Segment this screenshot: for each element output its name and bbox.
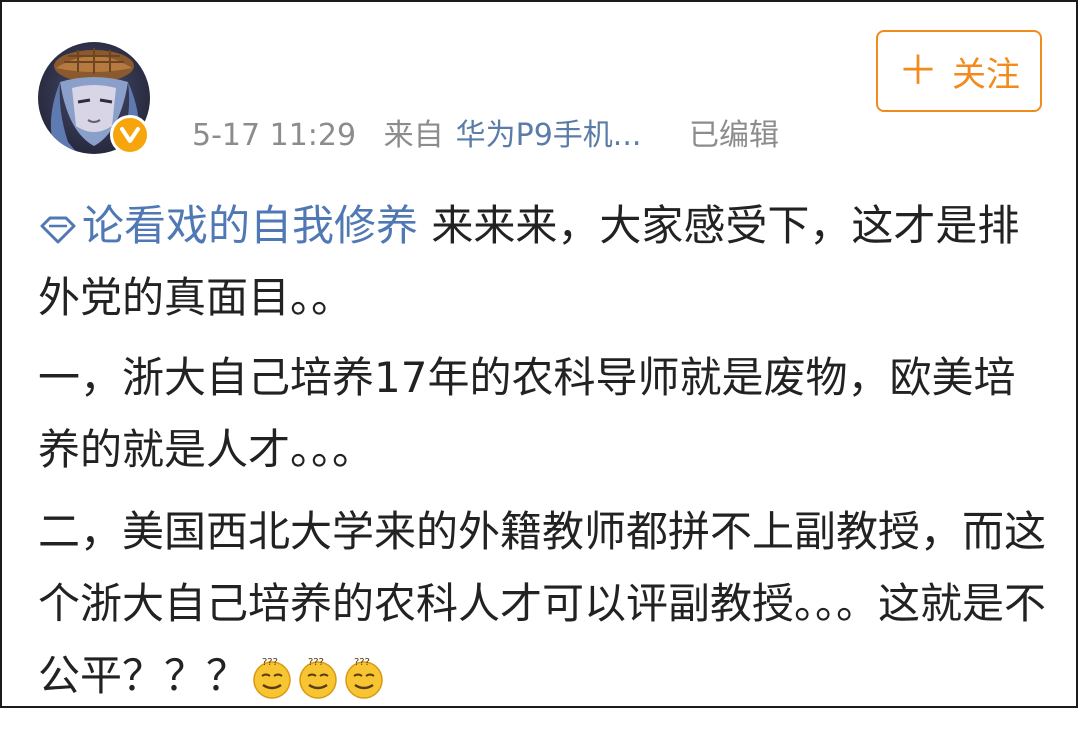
topic-diamond-icon: [40, 216, 76, 244]
post-paragraph-2: 一，浙大自己培养17年的农科导师就是废物，欧美培养的就是人才。。。: [38, 342, 1048, 486]
paragraph-3-text: 二，美国西北大学来的外籍教师都拼不上副教授，而这个浙大自己培养的农科人才可以评副…: [38, 507, 1047, 700]
follow-button[interactable]: ＋ 关注: [876, 30, 1042, 112]
paragraph-2-text: 一，浙大自己培养17年的农科导师就是废物，欧美培养的就是人才。。。: [38, 353, 1016, 474]
svg-text:???: ???: [354, 657, 370, 668]
plus-icon: ＋: [898, 48, 938, 94]
post-timestamp: 5-17 11:29: [192, 118, 357, 153]
svg-text:???: ???: [262, 657, 278, 668]
doubt-face-emoji: ???: [296, 650, 340, 722]
source-device-link[interactable]: 华为P9手机...: [456, 118, 642, 153]
topic-link[interactable]: 论看戏的自我修养: [38, 201, 418, 250]
follow-button-label: 关注: [952, 54, 1020, 95]
weibo-post-card: ＋ 关注 5-17 11:29 来自 华为P9手机... 已编辑 论看戏的自我修养…: [0, 0, 1078, 708]
doubt-face-emoji: ???: [250, 650, 294, 722]
post-paragraph-1: 论看戏的自我修养 来来来，大家感受下，这才是排外党的真面目。。: [38, 190, 1048, 334]
topic-label: 论看戏的自我修养: [82, 201, 419, 250]
doubt-face-emoji: ???: [342, 650, 386, 722]
svg-text:???: ???: [308, 657, 324, 668]
post-content: 论看戏的自我修养 来来来，大家感受下，这才是排外党的真面目。。 一，浙大自己培养…: [38, 190, 1048, 732]
post-paragraph-3: 二，美国西北大学来的外籍教师都拼不上副教授，而这个浙大自己培养的农科人才可以评副…: [38, 496, 1048, 722]
edited-label: 已编辑: [688, 118, 779, 153]
source-prefix: 来自: [383, 118, 444, 153]
post-meta: 5-17 11:29 来自 华为P9手机... 已编辑: [192, 110, 797, 154]
verified-badge-icon: [110, 115, 150, 155]
